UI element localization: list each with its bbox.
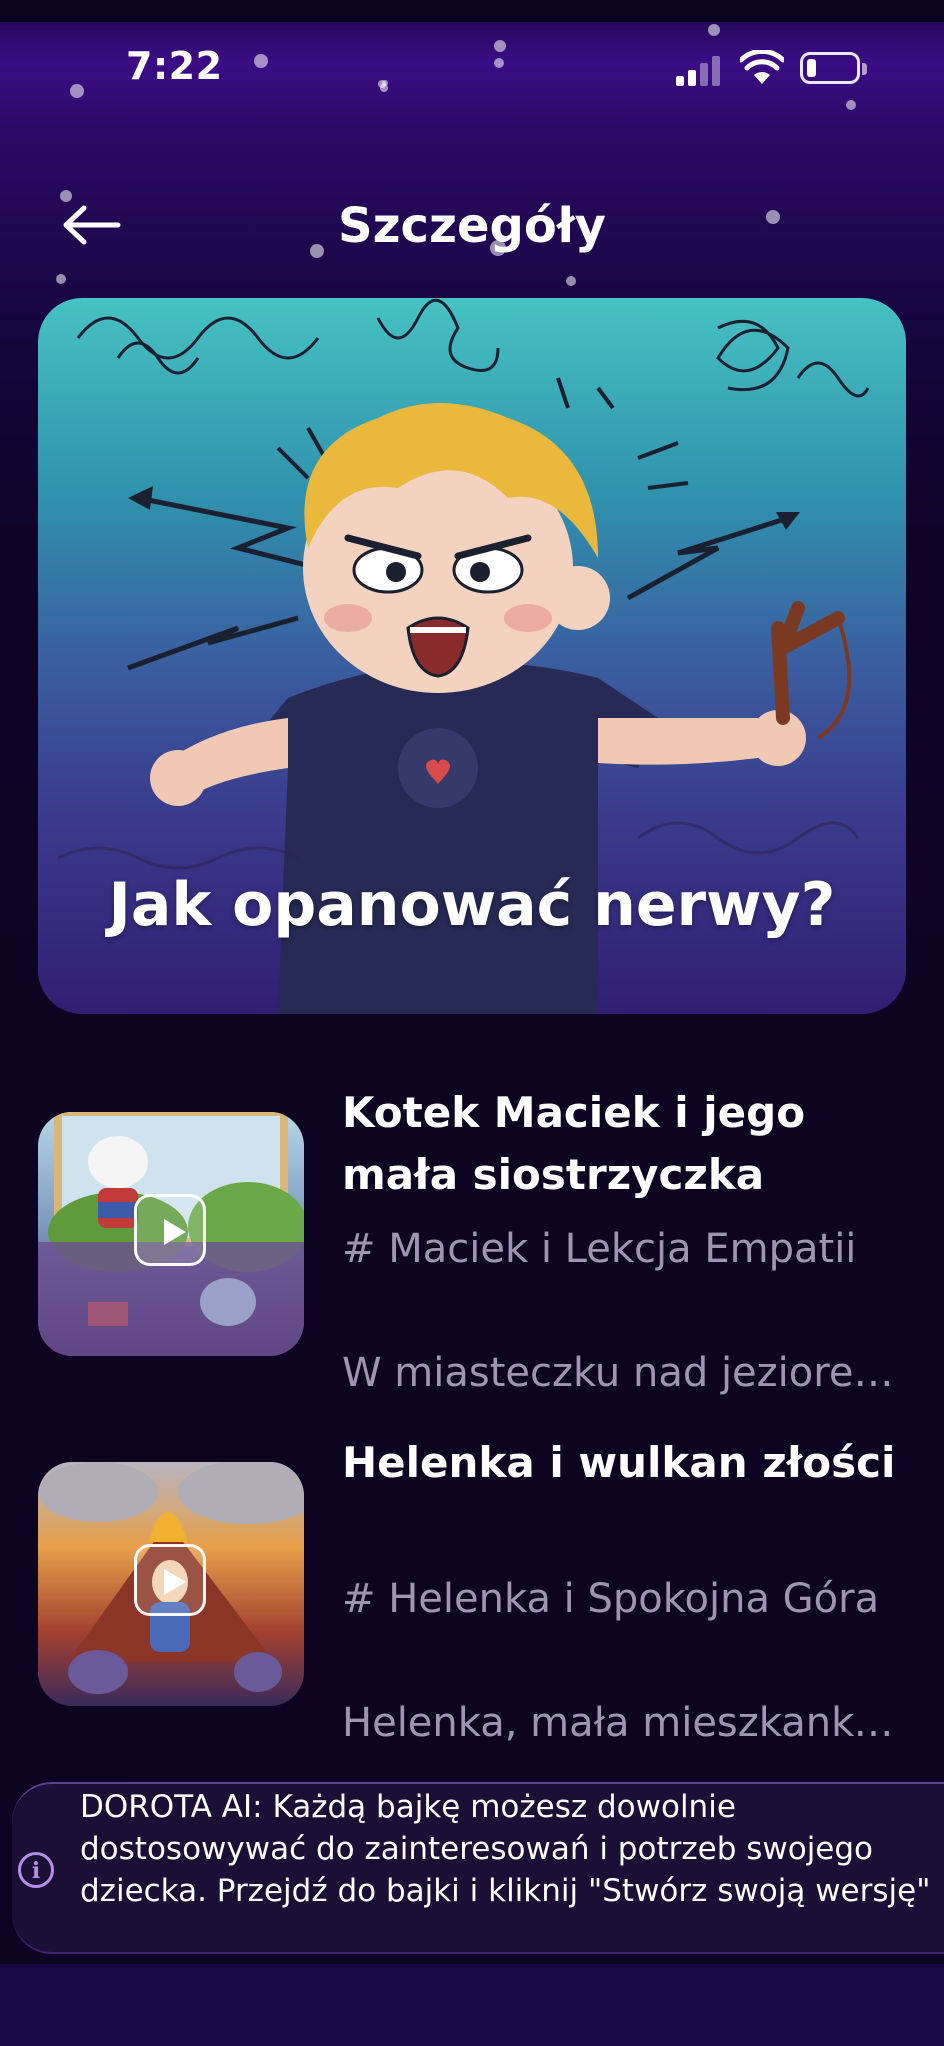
story-title: Helenka i wulkan złości xyxy=(342,1438,896,1487)
star-dot xyxy=(846,100,856,110)
battery-nub xyxy=(862,63,867,75)
info-banner-text: DOROTA AI: Każdą bajkę możesz dowolnie d… xyxy=(80,1789,931,1909)
star-dot xyxy=(56,274,66,284)
story-thumbnail[interactable] xyxy=(38,1112,304,1356)
star-dot xyxy=(494,58,504,68)
hero-card[interactable]: Jak opanować nerwy? xyxy=(38,298,906,1014)
story-tag: # Helenka i Spokojna Góra xyxy=(342,1576,880,1622)
hero-title: Jak opanować nerwy? xyxy=(108,870,836,940)
story-thumbnail[interactable] xyxy=(38,1462,304,1706)
play-icon[interactable] xyxy=(134,1544,206,1616)
star-dot xyxy=(382,80,388,86)
status-time: 7:22 xyxy=(126,44,223,88)
story-item[interactable]: Kotek Maciek i jego mała siostrzyczka # … xyxy=(38,1082,906,1396)
wifi-icon xyxy=(740,50,784,84)
battery-level xyxy=(807,59,816,77)
story-description: W miasteczku nad jeziorem... xyxy=(342,1350,902,1396)
star-dot xyxy=(494,40,506,52)
page-title: Szczegóły xyxy=(338,198,606,254)
story-item[interactable]: Helenka i wulkan złości # Helenka i Spok… xyxy=(38,1432,906,1746)
signal-icon xyxy=(676,56,724,86)
story-title: Kotek Maciek i jego mała siostrzyczka xyxy=(342,1088,806,1199)
story-description: Helenka, mała mieszkanka... xyxy=(342,1700,902,1746)
star-dot xyxy=(566,276,576,286)
star-dot xyxy=(708,24,720,36)
battery-icon xyxy=(800,52,867,84)
info-banner: i DOROTA AI: Każdą bajkę możesz dowolnie… xyxy=(12,1782,944,1954)
star-dot xyxy=(254,54,268,68)
info-icon: i xyxy=(18,1852,54,1888)
story-tag: # Maciek i Lekcja Empatii xyxy=(342,1226,857,1272)
top-edge xyxy=(0,0,944,22)
play-icon[interactable] xyxy=(134,1194,206,1266)
star-dot xyxy=(70,84,84,98)
bottom-edge xyxy=(0,1964,944,2046)
